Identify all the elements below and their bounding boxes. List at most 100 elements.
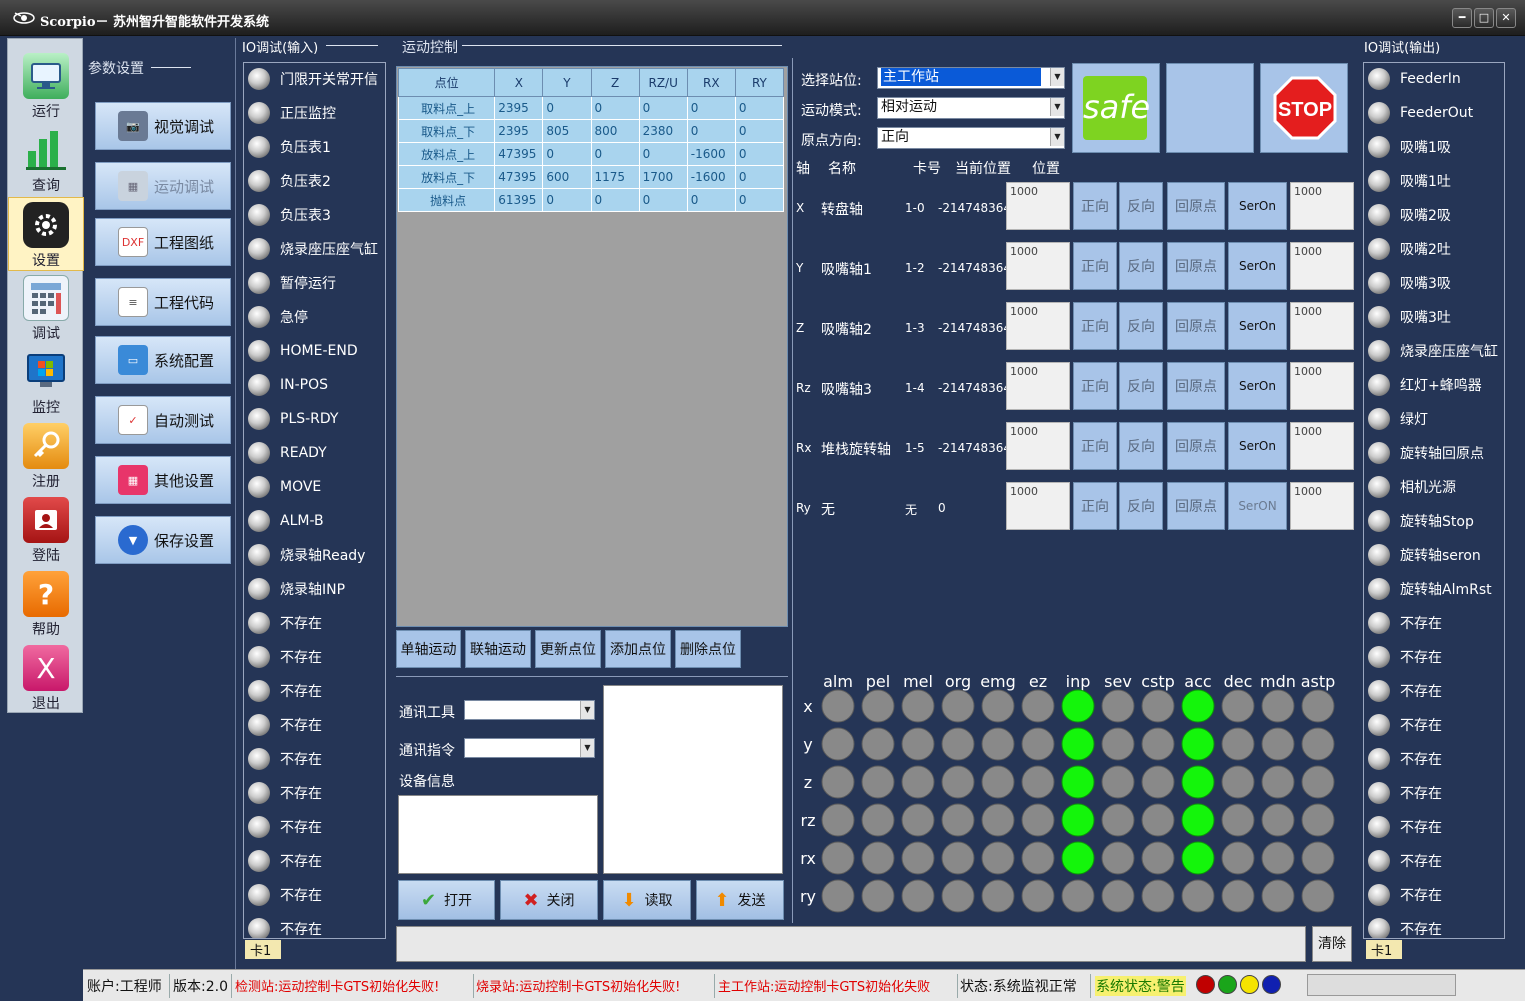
table-cell[interactable]: 0 <box>734 96 785 120</box>
io-item[interactable]: 吸嘴2吐 <box>1368 235 1451 263</box>
io-item[interactable]: 烧录座压座气缸 <box>248 235 378 263</box>
axis-position-input[interactable]: 1000 <box>1006 362 1070 410</box>
io-item[interactable]: 不存在 <box>1368 779 1442 807</box>
nav-query[interactable]: 查询 <box>8 123 84 197</box>
clear-log-button[interactable]: 清除 <box>1312 926 1352 962</box>
io-item[interactable]: 不存在 <box>248 711 322 739</box>
io-item[interactable]: 旋转轴Stop <box>1368 507 1474 535</box>
point-table-header[interactable]: RY <box>734 68 785 97</box>
station-select[interactable]: 主工作站 ▼ <box>877 67 1065 89</box>
table-cell[interactable]: 805 <box>542 119 592 143</box>
table-cell[interactable]: 0 <box>590 188 640 212</box>
point-table-header[interactable]: X <box>494 68 544 97</box>
table-cell[interactable]: 0 <box>638 142 688 166</box>
save-settings-button[interactable]: ▼ 保存设置 <box>95 516 231 564</box>
comm-cmd-select[interactable]: ▼ <box>464 738 595 758</box>
table-cell[interactable]: 0 <box>590 142 640 166</box>
io-item[interactable]: 不存在 <box>1368 915 1442 938</box>
table-cell[interactable]: 0 <box>542 96 592 120</box>
nav-register[interactable]: 注册 <box>8 419 84 493</box>
point-table-header[interactable]: Z <box>590 68 640 97</box>
table-cell[interactable]: 取料点_下 <box>397 119 496 143</box>
io-item[interactable]: PLS-RDY <box>248 405 338 433</box>
io-item[interactable]: HOME-END <box>248 337 358 365</box>
close-conn-button[interactable]: ✖ 关闭 <box>500 880 598 920</box>
nav-debug[interactable]: 调试 <box>8 271 84 345</box>
nav-settings[interactable]: 设置 <box>8 197 84 271</box>
io-item[interactable]: 不存在 <box>248 779 322 807</box>
home-dir-select[interactable]: 正向 ▼ <box>877 127 1065 149</box>
io-item[interactable]: 旋转轴回原点 <box>1368 439 1484 467</box>
axis-forward-button[interactable]: 正向 <box>1073 482 1117 530</box>
log-box[interactable] <box>396 926 1306 962</box>
table-cell[interactable]: 0 <box>686 188 736 212</box>
io-item[interactable]: 绿灯 <box>1368 405 1428 433</box>
axis-home-button[interactable]: 回原点 <box>1167 182 1225 230</box>
axis-forward-button[interactable]: 正向 <box>1073 302 1117 350</box>
axis-seron-button[interactable]: SerOn <box>1228 182 1287 230</box>
table-row[interactable]: 取料点_上 2395 0 0 0 0 0 <box>397 96 785 120</box>
table-cell[interactable]: 1700 <box>638 165 688 189</box>
axis-position-input[interactable]: 1000 <box>1006 302 1070 350</box>
safe-button[interactable]: safe <box>1072 63 1160 153</box>
code-button[interactable]: ≡ 工程代码 <box>95 278 231 326</box>
io-item[interactable]: 吸嘴3吐 <box>1368 303 1451 331</box>
table-cell[interactable]: 0 <box>734 165 785 189</box>
blank-status-button[interactable] <box>1166 63 1254 153</box>
io-item[interactable]: 不存在 <box>1368 813 1442 841</box>
io-item[interactable]: 旋转轴seron <box>1368 541 1481 569</box>
table-cell[interactable]: 放料点_上 <box>397 142 496 166</box>
io-item[interactable]: 不存在 <box>248 643 322 671</box>
axis-position-input[interactable]: 1000 <box>1006 242 1070 290</box>
axis-position-input[interactable]: 1000 <box>1006 422 1070 470</box>
table-cell[interactable]: 0 <box>590 96 640 120</box>
vision-debug-button[interactable]: 📷 视觉调试 <box>95 102 231 150</box>
io-item[interactable]: 门限开关常开信 <box>248 65 378 93</box>
table-cell[interactable]: 0 <box>542 188 592 212</box>
table-cell[interactable]: 抛料点 <box>397 188 496 212</box>
io-item[interactable]: 相机光源 <box>1368 473 1456 501</box>
close-button[interactable]: ✕ <box>1496 8 1516 28</box>
axis-reverse-button[interactable]: 反向 <box>1119 302 1163 350</box>
nav-help[interactable]: ? 帮助 <box>8 567 84 641</box>
axis-reverse-button[interactable]: 反向 <box>1119 242 1163 290</box>
table-cell[interactable]: 47395 <box>494 165 544 189</box>
mode-select[interactable]: 相对运动 ▼ <box>877 97 1065 119</box>
point-table-header[interactable]: RX <box>686 68 736 97</box>
comm-tool-select[interactable]: ▼ <box>464 700 595 720</box>
io-out-card-tab[interactable]: 卡1 <box>1366 940 1402 959</box>
table-cell[interactable]: -1600 <box>686 165 736 189</box>
motion-debug-button[interactable]: ▦ 运动调试 <box>95 162 231 210</box>
table-cell[interactable]: 0 <box>638 188 688 212</box>
io-item[interactable]: 不存在 <box>248 847 322 875</box>
io-item[interactable]: 不存在 <box>248 745 322 773</box>
io-item[interactable]: 烧录轴Ready <box>248 541 365 569</box>
io-item[interactable]: 暂停运行 <box>248 269 336 297</box>
table-cell[interactable]: 放料点_下 <box>397 165 496 189</box>
io-item[interactable]: 不存在 <box>1368 711 1442 739</box>
device-info-box[interactable] <box>398 795 598 874</box>
io-item[interactable]: 不存在 <box>248 881 322 909</box>
io-item[interactable]: 不存在 <box>1368 847 1442 875</box>
io-item[interactable]: READY <box>248 439 327 467</box>
table-row[interactable]: 放料点_上 47395 0 0 0 -1600 0 <box>397 142 785 166</box>
nav-monitor[interactable]: 监控 <box>8 345 84 419</box>
io-item[interactable]: 不存在 <box>248 609 322 637</box>
axis-reverse-button[interactable]: 反向 <box>1119 422 1163 470</box>
io-item[interactable]: FeederOut <box>1368 99 1473 127</box>
axis-reverse-button[interactable]: 反向 <box>1119 182 1163 230</box>
system-config-button[interactable]: ▭ 系统配置 <box>95 336 231 384</box>
io-item[interactable]: 吸嘴1吸 <box>1368 133 1451 161</box>
io-item[interactable]: 烧录座压座气缸 <box>1368 337 1498 365</box>
table-cell[interactable]: 2395 <box>494 96 544 120</box>
point-table-header[interactable]: 点位 <box>397 68 496 97</box>
axis-seron-button[interactable]: SerON <box>1228 482 1287 530</box>
nav-run[interactable]: 运行 <box>8 49 84 123</box>
axis-speed-input[interactable]: 1000 <box>1290 242 1354 290</box>
table-cell[interactable]: 0 <box>734 142 785 166</box>
io-item[interactable]: 负压表3 <box>248 201 331 229</box>
table-cell[interactable]: 47395 <box>494 142 544 166</box>
table-cell[interactable]: 2380 <box>638 119 688 143</box>
table-cell[interactable]: 0 <box>542 142 592 166</box>
io-item[interactable]: 吸嘴1吐 <box>1368 167 1451 195</box>
